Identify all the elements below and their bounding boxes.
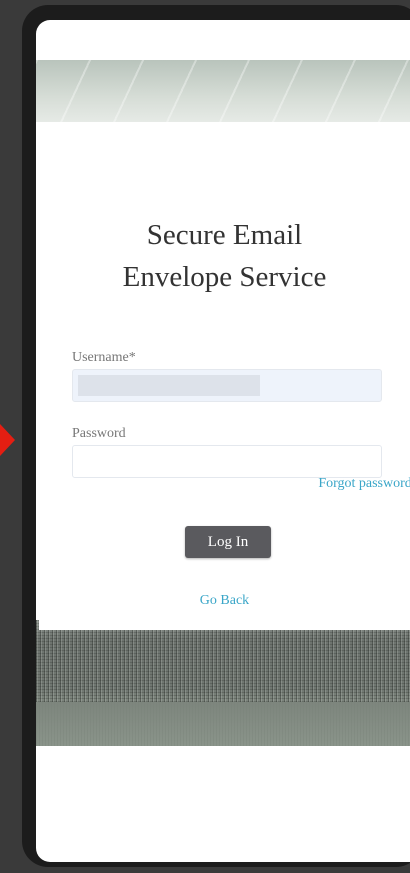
background-image-top: [36, 60, 410, 122]
forgot-password-link[interactable]: Forgot password?: [318, 476, 410, 492]
login-card: Secure Email Envelope Service Username* …: [39, 122, 410, 630]
title-line-1: Secure Email: [146, 219, 303, 251]
login-screen: Secure Email Envelope Service Username* …: [36, 20, 410, 862]
title-line-2: Envelope Service: [122, 261, 327, 293]
username-value-redacted: [78, 375, 260, 396]
username-input[interactable]: [72, 369, 382, 402]
username-label: Username*: [72, 350, 136, 365]
password-input[interactable]: [72, 445, 382, 478]
login-button[interactable]: Log In: [185, 526, 271, 558]
page-title: Secure Email Envelope Service: [39, 214, 410, 298]
password-label: Password: [72, 426, 126, 441]
go-back-link[interactable]: Go Back: [39, 593, 410, 609]
pointer-arrow-icon: [0, 424, 15, 456]
background-image-bottom: [36, 620, 410, 746]
